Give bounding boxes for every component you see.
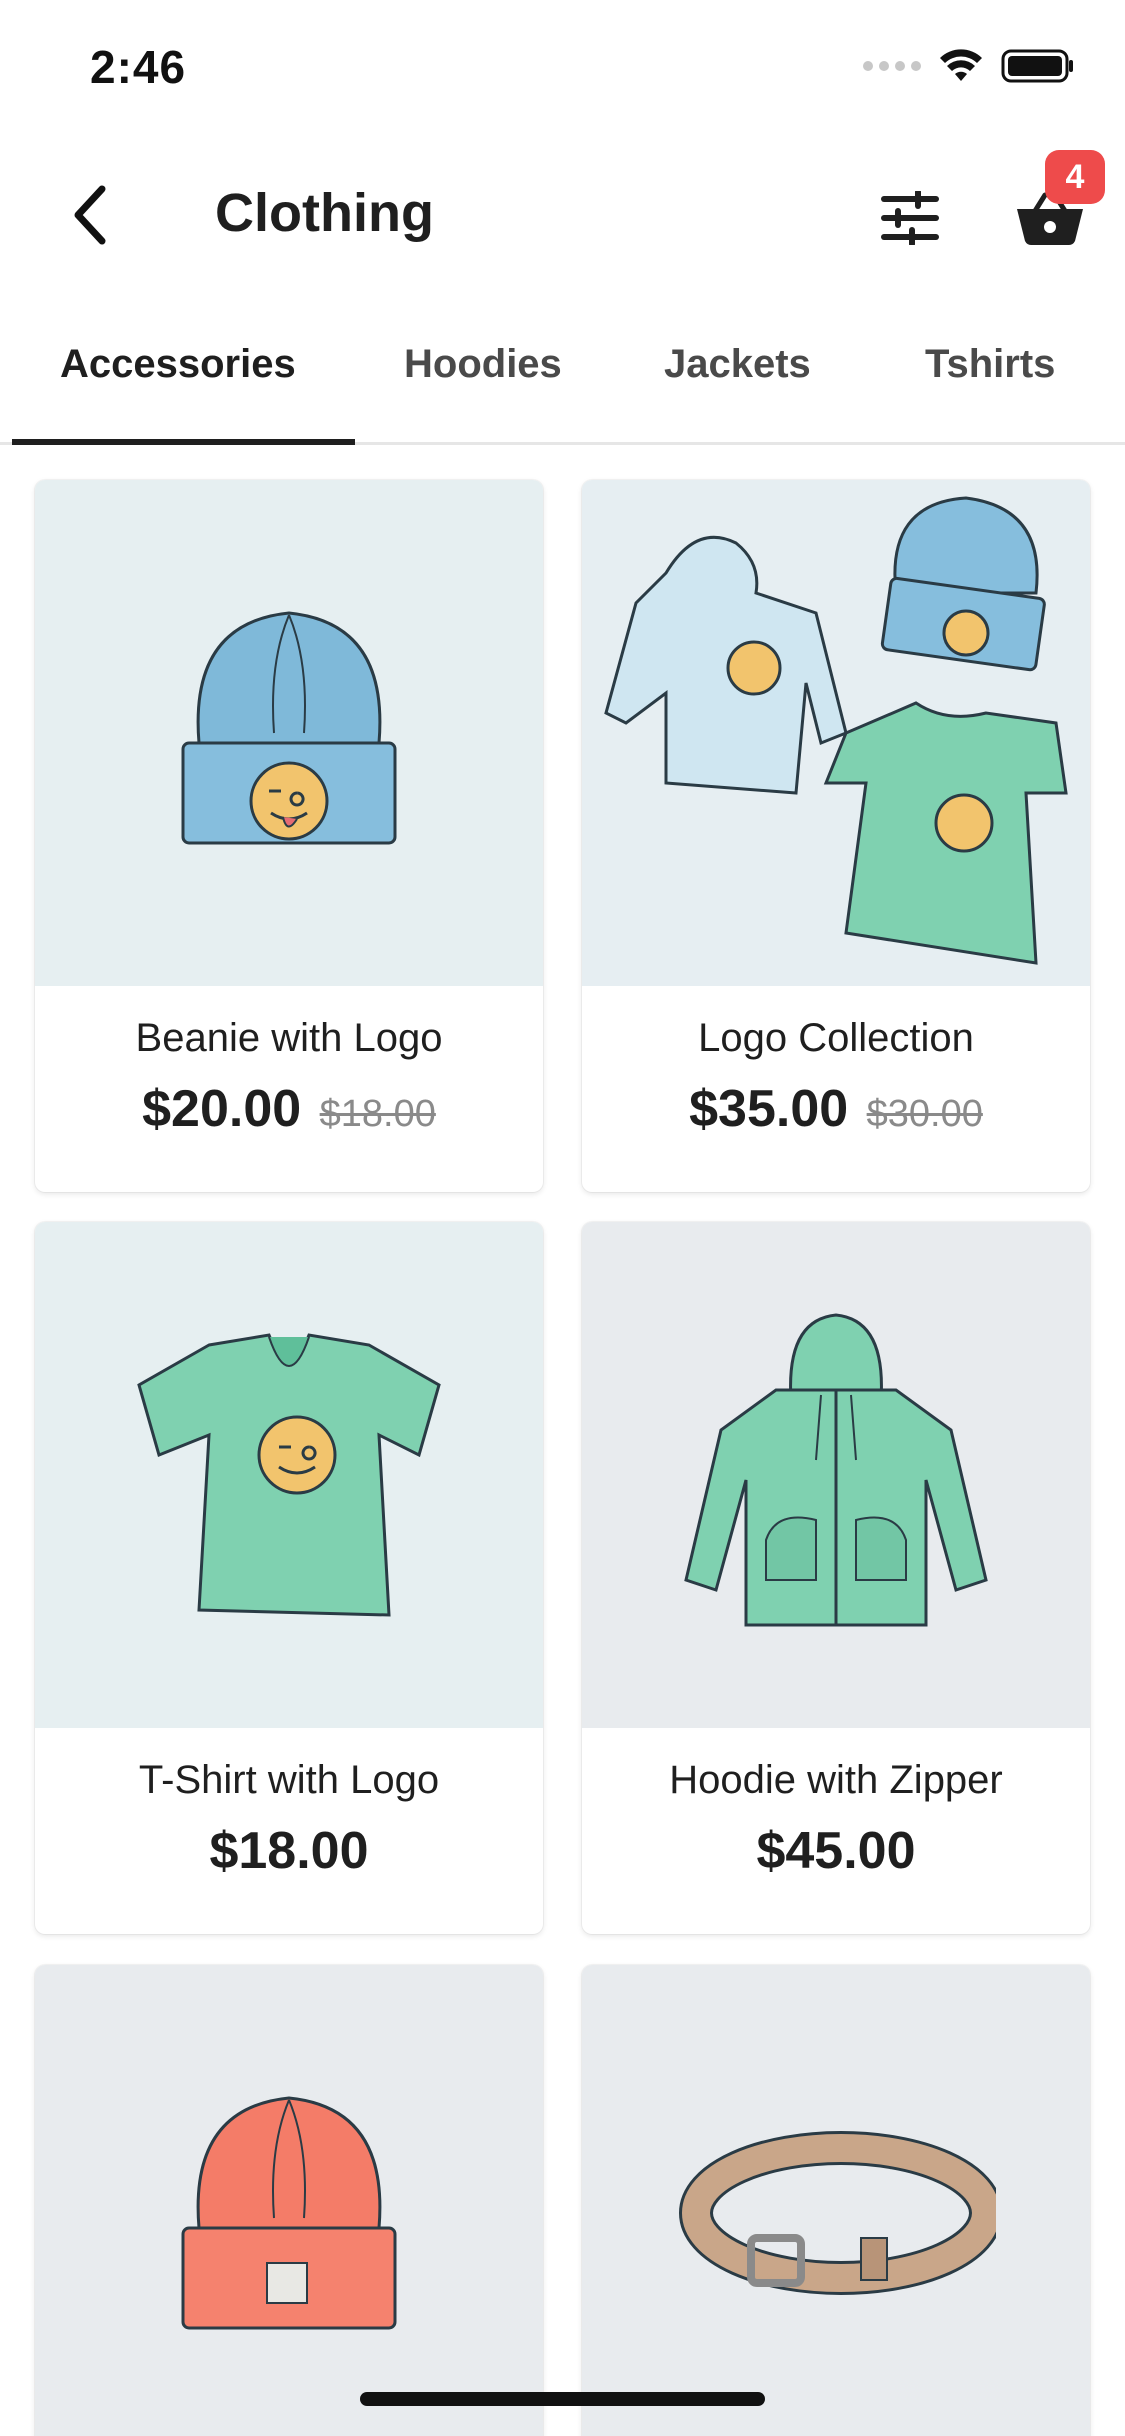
chevron-left-icon — [74, 185, 106, 245]
product-price: $18.00 — [35, 1821, 543, 1881]
battery-icon — [1001, 49, 1073, 83]
product-price: $35.00 $30.00 — [582, 1079, 1090, 1139]
category-tabs: Accessories Hoodies Jackets Tshirts — [0, 330, 1125, 445]
product-image — [35, 1965, 543, 2436]
product-info: T-Shirt with Logo $18.00 — [35, 1728, 543, 1934]
status-time: 2:46 — [90, 41, 187, 93]
beanie-icon — [181, 2096, 397, 2330]
sale-price: $18.00 — [209, 1822, 369, 1880]
sale-price: $35.00 — [689, 1080, 849, 1138]
status-bar: 2:46 — [0, 0, 1125, 140]
status-icons — [863, 48, 1075, 84]
home-indicator[interactable] — [360, 2392, 765, 2406]
product-card[interactable]: T-Shirt with Logo $18.00 — [35, 1222, 543, 1934]
product-card[interactable] — [35, 1965, 543, 2436]
hoodie-icon — [684, 1313, 988, 1627]
product-card[interactable] — [582, 1965, 1090, 2436]
back-button[interactable] — [50, 175, 130, 255]
product-card[interactable]: Beanie with Logo $20.00 $18.00 — [35, 480, 543, 1192]
sale-price: $45.00 — [756, 1822, 916, 1880]
sliders-icon — [881, 191, 939, 245]
product-name: Beanie with Logo — [135, 1016, 443, 1060]
product-info: Hoodie with Zipper $45.00 — [582, 1728, 1090, 1934]
belt-icon — [679, 2131, 996, 2295]
product-card[interactable]: Logo Collection $35.00 $30.00 — [582, 480, 1090, 1192]
product-price: $45.00 — [582, 1821, 1090, 1881]
tab-accessories[interactable]: Accessories — [60, 342, 296, 387]
signal-icon — [863, 61, 921, 71]
tab-tshirts[interactable]: Tshirts — [925, 342, 1055, 387]
product-image — [582, 480, 1090, 986]
logo-collection-icon — [604, 496, 1068, 965]
active-tab-indicator — [12, 439, 355, 445]
cart-count-badge: 4 — [1045, 150, 1105, 204]
product-image — [582, 1965, 1090, 2436]
product-price: $20.00 $18.00 — [35, 1079, 543, 1139]
page-title: Clothing — [215, 183, 434, 243]
sale-price: $20.00 — [142, 1080, 302, 1138]
tab-jackets[interactable]: Jackets — [664, 342, 811, 387]
product-name: Logo Collection — [698, 1016, 974, 1060]
product-image — [582, 1222, 1090, 1728]
original-price: $18.00 — [319, 1093, 436, 1135]
product-info: Beanie with Logo $20.00 $18.00 — [35, 986, 543, 1192]
beanie-icon — [181, 611, 397, 845]
product-card[interactable]: Hoodie with Zipper $45.00 — [582, 1222, 1090, 1934]
product-image — [35, 480, 543, 986]
tshirt-icon — [137, 1333, 441, 1617]
tab-hoodies[interactable]: Hoodies — [404, 342, 562, 387]
wifi-icon — [940, 49, 982, 81]
product-name: T-Shirt with Logo — [138, 1758, 440, 1802]
filter-button[interactable] — [870, 178, 950, 258]
app-header: Clothing — [0, 150, 1125, 290]
product-image — [35, 1222, 543, 1728]
product-name: Hoodie with Zipper — [669, 1758, 1003, 1802]
original-price: $30.00 — [866, 1093, 983, 1135]
product-info: Logo Collection $35.00 $30.00 — [582, 986, 1090, 1192]
